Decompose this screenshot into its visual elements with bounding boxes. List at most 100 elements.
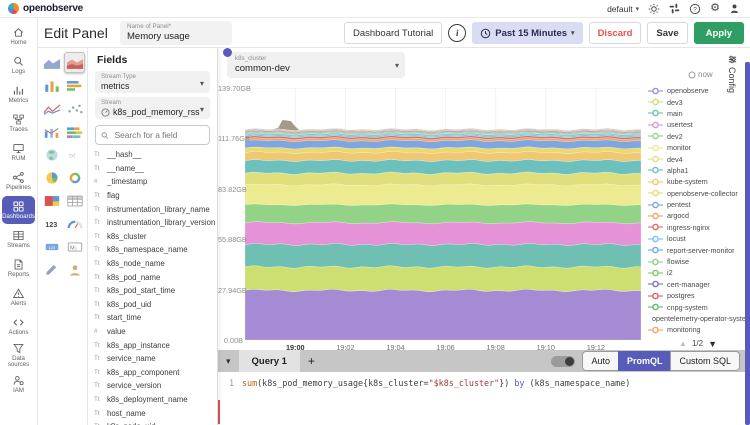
legend-item-monitor[interactable]: monitor [648, 142, 748, 153]
legend-item-ingress-nginx[interactable]: ingress-nginx [648, 222, 748, 233]
sidebar-item-data-sources[interactable]: Data sources [2, 341, 35, 369]
legend-item-dev4[interactable]: dev4 [648, 153, 748, 164]
sidebar-item-iam[interactable]: IAM [2, 370, 35, 398]
legend-item-postgres[interactable]: postgres [648, 290, 748, 301]
chart-type-area-stacked-icon[interactable] [64, 52, 85, 73]
collapse-query-caret-icon[interactable]: ▾ [226, 356, 231, 367]
chart-type-text-icon[interactable]: txt [64, 144, 85, 165]
field-item-k8s_app_instance[interactable]: Ttk8s_app_instance [88, 338, 217, 352]
sidebar-item-home[interactable]: Home [2, 22, 35, 50]
sidebar-item-dashboards[interactable]: Dashboards [2, 196, 35, 224]
stacked-area-chart[interactable] [245, 88, 641, 340]
field-item-k8s_node_uid[interactable]: Ttk8s_node_uid [88, 420, 217, 425]
org-selector[interactable]: default ▾ [607, 4, 639, 14]
field-item-k8s_cluster[interactable]: Ttk8s_cluster [88, 230, 217, 244]
discard-button[interactable]: Discard [589, 22, 642, 44]
legend-item-locust[interactable]: locust [648, 233, 748, 244]
chart-type-pie-icon[interactable] [41, 167, 62, 188]
field-item-start_time[interactable]: Ttstart_time [88, 311, 217, 325]
legend-item-pentest[interactable]: pentest [648, 199, 748, 210]
chart-type-geomap-icon[interactable] [41, 144, 62, 165]
legend-item-openobserve[interactable]: openobserve [648, 85, 748, 96]
field-item-instrumentation_library_name[interactable]: Ttinstrumentation_library_name [88, 202, 217, 216]
query-editor[interactable]: 1 sum(k8s_pod_memory_usage{k8s_cluster="… [218, 372, 750, 425]
stream-select[interactable]: Stream k8s_pod_memory_rss ▾ [95, 97, 210, 119]
legend-item-i2[interactable]: i2 [648, 267, 748, 278]
field-item-k8s_namespace_name[interactable]: Ttk8s_namespace_name [88, 243, 217, 257]
legend-page-down-icon[interactable]: ▼ [708, 339, 717, 349]
cluster-variable-select[interactable]: k8s_cluster common-dev ▾ [227, 52, 405, 78]
legend-page-up-icon[interactable]: ▲ [679, 339, 687, 348]
legend-item-monitoring[interactable]: monitoring [648, 324, 748, 335]
field-item-k8s_deployment_name[interactable]: Ttk8s_deployment_name [88, 393, 217, 407]
promql-mode-button[interactable]: PromQL [618, 351, 672, 371]
settings-gear-icon[interactable]: ⚙ [710, 3, 720, 14]
legend-item-usertest[interactable]: usertest [648, 119, 748, 130]
account-icon[interactable] [729, 3, 740, 14]
chart-type-bar-icon[interactable] [41, 75, 62, 96]
sidebar-item-streams[interactable]: Streams [2, 225, 35, 253]
field-search-input[interactable] [113, 129, 204, 141]
dashboard-tutorial-button[interactable]: Dashboard Tutorial [344, 22, 442, 44]
chart-type-gauge-icon[interactable] [64, 213, 85, 234]
chart-type-h-stacked-icon[interactable] [64, 121, 85, 142]
legend-item-alpha1[interactable]: alpha1 [648, 165, 748, 176]
sidebar-item-reports[interactable]: Reports [2, 254, 35, 282]
custom-sql-mode-button[interactable]: Custom SQL [670, 351, 740, 371]
add-query-button[interactable]: + [308, 354, 315, 368]
chart-type-metric-card-icon[interactable]: 123 [41, 236, 62, 257]
field-item-k8s_pod_name[interactable]: Ttk8s_pod_name [88, 270, 217, 284]
field-item-host_name[interactable]: Tthost_name [88, 406, 217, 420]
chart-type-metric-123-icon[interactable]: 123 [41, 213, 62, 234]
chart-type-treemap-icon[interactable] [41, 190, 62, 211]
sidebar-item-logs[interactable]: Logs [2, 51, 35, 79]
field-item-instrumentation_library_version[interactable]: Ttinstrumentation_library_version [88, 216, 217, 230]
chart-type-bar-line-icon[interactable] [41, 121, 62, 142]
sidebar-item-actions[interactable]: Actions [2, 312, 35, 340]
stream-type-select[interactable]: Stream Type metrics ▾ [95, 71, 210, 93]
field-item-k8s_node_name[interactable]: Ttk8s_node_name [88, 257, 217, 271]
chart-type-scatter-icon[interactable] [64, 98, 85, 119]
field-item-k8s_pod_start_time[interactable]: Ttk8s_pod_start_time [88, 284, 217, 298]
theme-icon[interactable] [648, 3, 660, 15]
save-button[interactable]: Save [647, 22, 687, 44]
sidebar-item-rum[interactable]: RUM [2, 138, 35, 166]
field-item-__name__[interactable]: Tt__name__ [88, 162, 217, 176]
field-item-__hash__[interactable]: Tt__hash__ [88, 148, 217, 162]
chart-type-annotation-icon[interactable] [41, 259, 62, 280]
apply-button[interactable]: Apply [694, 22, 744, 44]
chart-type-line-icon[interactable] [41, 98, 62, 119]
sidebar-item-traces[interactable]: Traces [2, 109, 35, 137]
sidebar-item-pipelines[interactable]: Pipelines [2, 167, 35, 195]
help-icon[interactable]: ? [689, 3, 701, 15]
auto-mode-button[interactable]: Auto [582, 351, 619, 371]
field-item-_timestamp[interactable]: #_timestamp [88, 175, 217, 189]
field-item-service_name[interactable]: Ttservice_name [88, 352, 217, 366]
field-item-value[interactable]: #value [88, 325, 217, 339]
field-item-flag[interactable]: Ttflag [88, 189, 217, 203]
query-mode-toggle[interactable] [551, 356, 575, 367]
legend-item-kube-system[interactable]: kube-system [648, 176, 748, 187]
info-button[interactable]: i [448, 24, 466, 42]
refresh-now-control[interactable]: now [688, 70, 713, 79]
legend-item-argocd[interactable]: argocd [648, 210, 748, 221]
legend-item-openobserve-collector[interactable]: openobserve-collector [648, 188, 748, 199]
sidebar-item-alerts[interactable]: Alerts [2, 283, 35, 311]
panel-name-field[interactable]: Name of Panel* Memory usage [120, 21, 232, 45]
openobserve-logo[interactable]: openobserve [0, 3, 83, 14]
field-item-k8s_pod_uid[interactable]: Ttk8s_pod_uid [88, 298, 217, 312]
legend-item-main[interactable]: main [648, 108, 748, 119]
field-item-k8s_app_component[interactable]: Ttk8s_app_component [88, 366, 217, 380]
query-tab[interactable]: Query 1 [239, 350, 300, 372]
legend-item-cnpg-system[interactable]: cnpg-system [648, 301, 748, 312]
time-range-selector[interactable]: Past 15 Minutes ▾ [472, 22, 582, 44]
chart-type-h-bar-icon[interactable] [64, 75, 85, 96]
chart-type-table-icon[interactable] [64, 190, 85, 211]
legend-item-flowise[interactable]: flowise [648, 256, 748, 267]
sidebar-item-metrics[interactable]: Metrics [2, 80, 35, 108]
chart-type-area-icon[interactable] [41, 52, 62, 73]
panel-scrollbar[interactable] [745, 62, 750, 425]
field-item-service_version[interactable]: Ttservice_version [88, 379, 217, 393]
legend-item-cert-manager[interactable]: cert-manager [648, 279, 748, 290]
legend-item-dev2[interactable]: dev2 [648, 131, 748, 142]
